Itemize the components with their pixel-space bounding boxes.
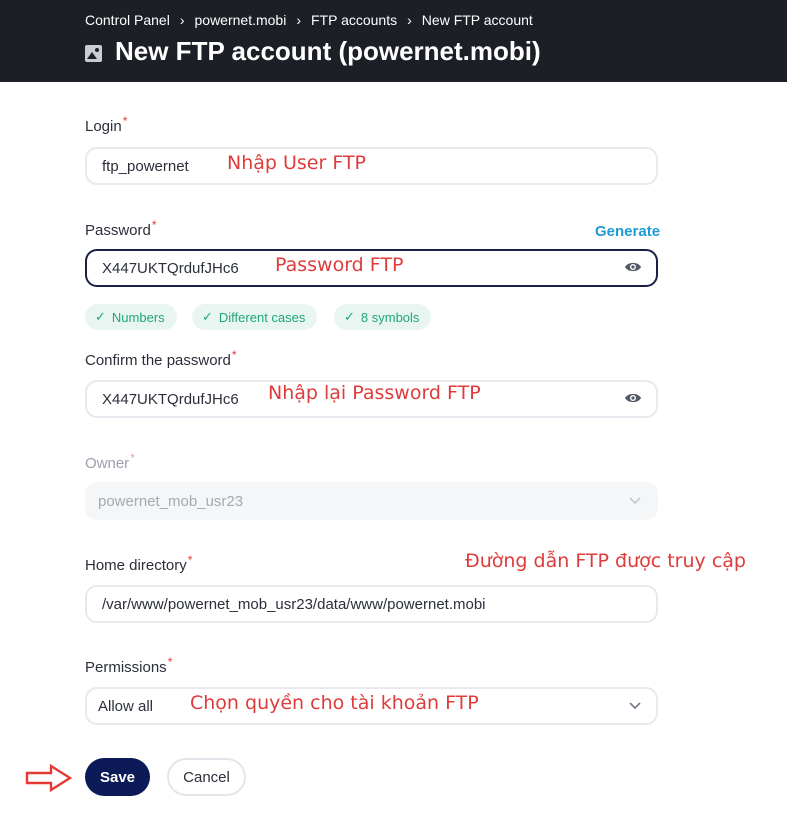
home-directory-input[interactable]: /var/www/powernet_mob_usr23/data/www/pow… xyxy=(85,585,658,623)
login-input[interactable]: ftp_powernet xyxy=(85,147,658,185)
hint-symbols-text: 8 symbols xyxy=(360,309,420,325)
home-directory-label: Home directory* xyxy=(85,553,192,574)
owner-label-text: Owner xyxy=(85,455,130,472)
required-mark: * xyxy=(122,114,128,128)
eye-icon[interactable] xyxy=(624,261,642,273)
permissions-value: Allow all xyxy=(98,697,154,715)
annotation-password: Password FTP xyxy=(275,254,404,276)
annotation-login: Nhập User FTP xyxy=(227,152,367,174)
required-mark: * xyxy=(231,348,237,362)
password-label: Password* xyxy=(85,218,157,239)
password-label-text: Password xyxy=(85,222,151,239)
image-icon xyxy=(85,45,102,62)
owner-value: powernet_mob_usr23 xyxy=(98,492,244,510)
breadcrumb-domain[interactable]: powernet.mobi xyxy=(195,12,287,28)
login-value: ftp_powernet xyxy=(102,157,189,175)
check-icon: ✓ xyxy=(344,309,355,324)
password-value: X447UKTQrdufJHc6 xyxy=(102,259,239,277)
required-mark: * xyxy=(151,218,157,232)
breadcrumb-separator: › xyxy=(407,12,412,28)
annotation-permissions: Chọn quyền cho tài khoản FTP xyxy=(190,692,479,714)
hint-numbers-text: Numbers xyxy=(111,309,165,325)
eye-icon[interactable] xyxy=(624,392,642,404)
title-row: New FTP account (powernet.mobi) xyxy=(85,36,541,67)
breadcrumb: Control Panel › powernet.mobi › FTP acco… xyxy=(85,12,533,28)
save-button[interactable]: Save xyxy=(85,758,150,796)
chevron-down-icon xyxy=(629,497,641,505)
annotation-home-dir: Đường dẫn FTP được truy cập xyxy=(465,550,746,572)
login-label: Login* xyxy=(85,114,127,135)
generate-password-link[interactable]: Generate xyxy=(595,223,660,240)
page-title: New FTP account (powernet.mobi) xyxy=(115,36,541,66)
check-icon: ✓ xyxy=(202,309,213,324)
required-mark: * xyxy=(167,655,173,669)
check-icon: ✓ xyxy=(95,309,106,324)
hint-numbers: ✓ Numbers xyxy=(85,304,177,330)
owner-select: powernet_mob_usr23 xyxy=(85,482,658,520)
breadcrumb-current: New FTP account xyxy=(421,12,533,28)
required-mark: * xyxy=(130,451,135,465)
hint-different-cases: ✓ Different cases xyxy=(192,304,318,330)
confirm-password-label: Confirm the password* xyxy=(85,348,237,369)
breadcrumb-control-panel[interactable]: Control Panel xyxy=(85,12,170,28)
home-directory-label-text: Home directory xyxy=(85,557,187,574)
hint-cases-text: Different cases xyxy=(218,309,306,325)
permissions-label: Permissions* xyxy=(85,655,172,676)
permissions-label-text: Permissions xyxy=(85,659,167,676)
login-label-text: Login xyxy=(85,118,122,135)
breadcrumb-ftp-accounts[interactable]: FTP accounts xyxy=(311,12,397,28)
home-directory-value: /var/www/powernet_mob_usr23/data/www/pow… xyxy=(102,595,486,613)
hint-8-symbols: ✓ 8 symbols xyxy=(334,304,432,330)
required-mark: * xyxy=(187,553,193,567)
page-header: Control Panel › powernet.mobi › FTP acco… xyxy=(0,0,787,82)
chevron-down-icon[interactable] xyxy=(628,700,642,710)
arrow-right-icon xyxy=(25,764,73,792)
confirm-password-value: X447UKTQrdufJHc6 xyxy=(102,390,239,408)
owner-label: Owner* xyxy=(85,451,135,472)
annotation-confirm: Nhập lại Password FTP xyxy=(268,382,481,404)
breadcrumb-separator: › xyxy=(296,12,301,28)
breadcrumb-separator: › xyxy=(179,12,185,28)
cancel-button[interactable]: Cancel xyxy=(167,758,246,796)
confirm-password-label-text: Confirm the password xyxy=(85,352,231,369)
